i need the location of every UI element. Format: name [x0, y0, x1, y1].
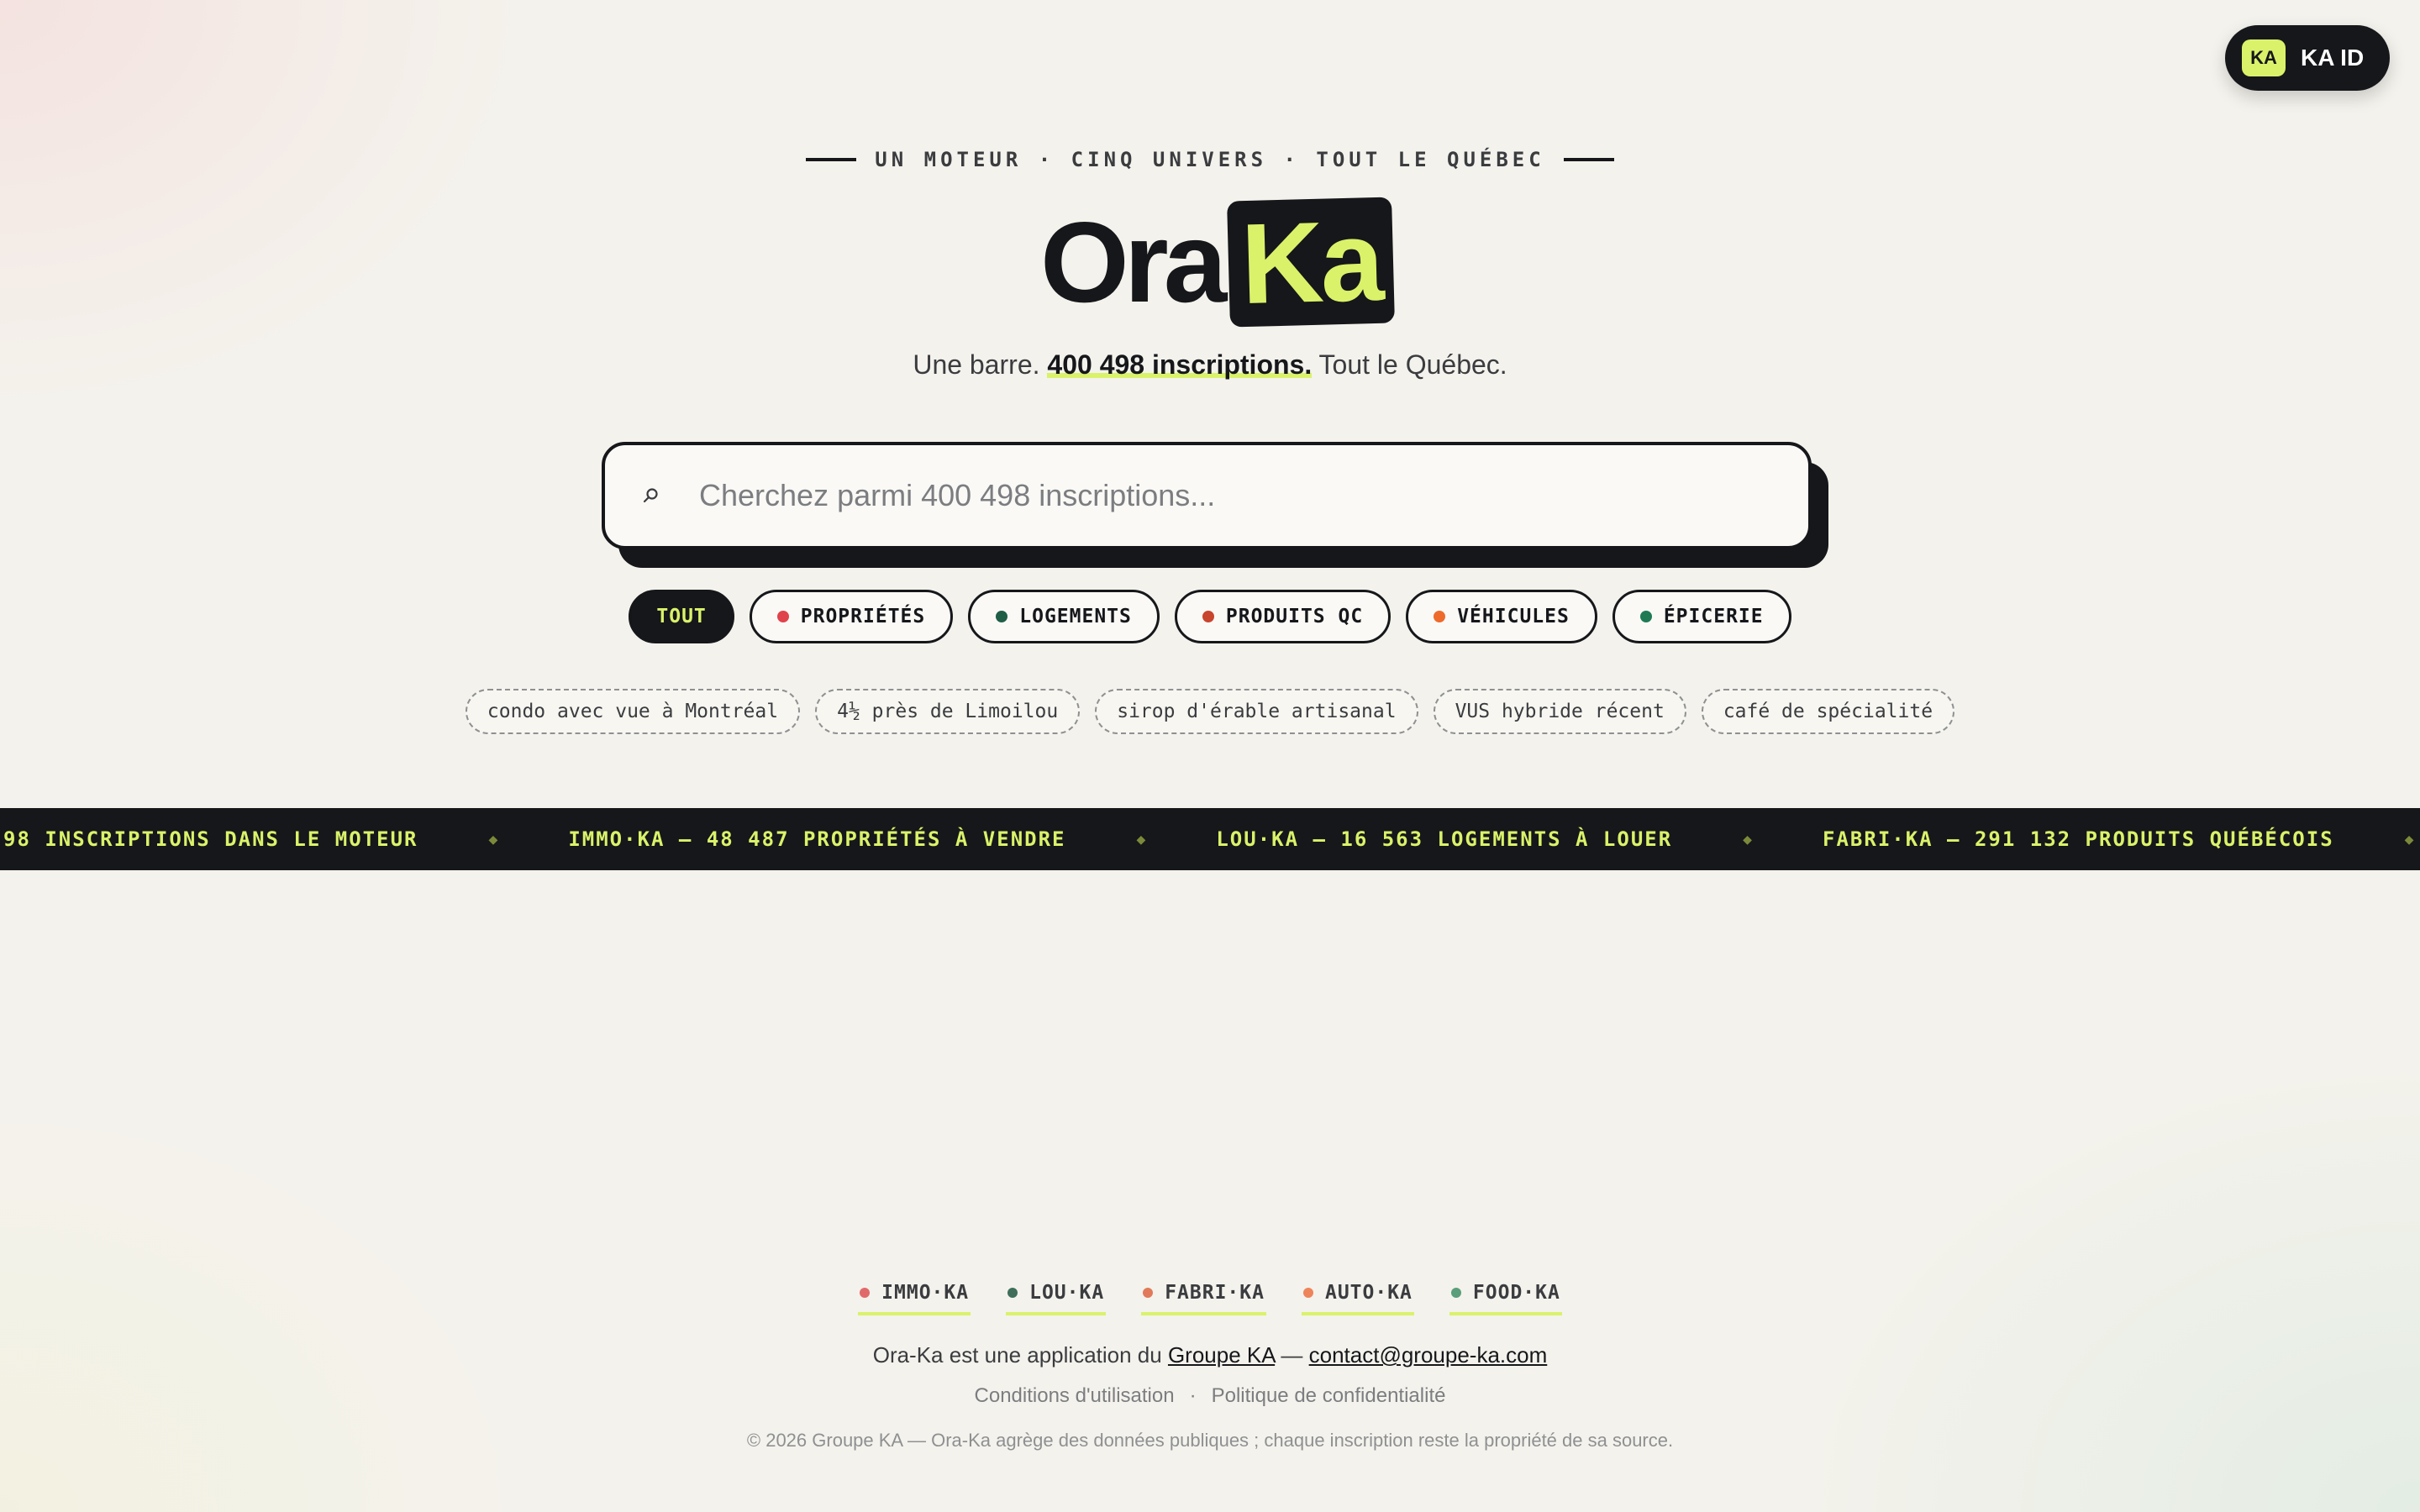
brand-label: LOU·KA	[1029, 1282, 1105, 1304]
search-bar[interactable]	[602, 442, 1812, 549]
copyright: © 2026 Groupe KA — Ora-Ka agrège des don…	[746, 1430, 1674, 1451]
groupe-ka-link[interactable]: Groupe KA	[1168, 1342, 1275, 1368]
privacy-link[interactable]: Politique de confidentialité	[1212, 1384, 1446, 1408]
filter-chip-vehicules[interactable]: VÉHICULES	[1406, 590, 1597, 643]
brand-label: IMMO·KA	[881, 1282, 970, 1304]
brand-dot	[1450, 1288, 1461, 1298]
footer-brands: IMMO·KA LOU·KA FABRI·KA AUTO·KA FOOD·KA	[0, 1282, 2420, 1315]
category-filters: TOUT PROPRIÉTÉS LOGEMENTS PRODUITS QC VÉ…	[0, 590, 2420, 643]
filter-chip-label: LOGEMENTS	[1019, 606, 1132, 627]
filter-chip-epicerie[interactable]: ÉPICERIE	[1612, 590, 1791, 643]
terms-link[interactable]: Conditions d'utilisation	[975, 1384, 1175, 1408]
tagline-highlight: 400 498 inscriptions.	[1047, 349, 1313, 380]
ticker-separator: ◆	[1136, 830, 1146, 848]
footer-legal: Conditions d'utilisation · Politique de …	[0, 1384, 2420, 1408]
category-dot	[776, 611, 789, 622]
filter-chip-tout[interactable]: TOUT	[629, 590, 734, 643]
suggestion-chip[interactable]: condo avec vue à Montréal	[465, 689, 801, 734]
search-suggestions: condo avec vue à Montréal 4½ près de Lim…	[0, 689, 2420, 734]
eyebrow-text: UN MOTEUR · CINQ UNIVERS · TOUT LE QUÉBE…	[875, 148, 1545, 171]
category-dot	[1434, 611, 1446, 622]
footer-brand-fabri-ka[interactable]: FABRI·KA	[1141, 1282, 1266, 1315]
footer-brand-lou-ka[interactable]: LOU·KA	[1006, 1282, 1107, 1315]
filter-chip-produits-qc[interactable]: PRODUITS QC	[1174, 590, 1392, 643]
stats-ticker: 98 INSCRIPTIONS DANS LE MOTEUR ◆ IMMO·KA…	[0, 808, 2420, 870]
filter-chip-logements[interactable]: LOGEMENTS	[968, 590, 1160, 643]
ticker-track: 98 INSCRIPTIONS DANS LE MOTEUR ◆ IMMO·KA…	[0, 827, 2420, 851]
suggestion-chip[interactable]: VUS hybride récent	[1433, 689, 1686, 734]
category-dot	[996, 611, 1008, 622]
eyebrow-line-right	[1563, 158, 1614, 161]
brand-label: FABRI·KA	[1165, 1282, 1265, 1304]
ticker-item: 98 INSCRIPTIONS DANS LE MOTEUR	[3, 827, 418, 851]
category-dot	[1639, 611, 1652, 622]
search-input[interactable]	[699, 478, 1741, 513]
legal-separator: ·	[1189, 1384, 1197, 1407]
eyebrow-line-left	[806, 158, 857, 161]
ticker-separator: ◆	[1743, 830, 1753, 848]
brand-dot	[1007, 1288, 1018, 1298]
brand-label: FOOD·KA	[1472, 1282, 1560, 1304]
footer-brand-auto-ka[interactable]: AUTO·KA	[1301, 1282, 1414, 1315]
ka-id-label: KA ID	[2301, 45, 2365, 71]
logo-text-ka: Ka	[1227, 197, 1396, 328]
suggestion-chip[interactable]: café de spécialité	[1701, 689, 1955, 734]
filter-chip-proprietes[interactable]: PROPRIÉTÉS	[749, 590, 954, 643]
credit-dash: —	[1281, 1342, 1303, 1368]
filter-chip-label: TOUT	[656, 606, 707, 627]
brand-label: AUTO·KA	[1324, 1282, 1413, 1304]
tagline-after: Tout le Québec.	[1318, 349, 1507, 380]
ticker-separator: ◆	[488, 830, 498, 848]
suggestion-chip[interactable]: 4½ près de Limoilou	[815, 689, 1081, 734]
footer-brand-immo-ka[interactable]: IMMO·KA	[858, 1282, 971, 1315]
filter-chip-label: ÉPICERIE	[1663, 606, 1764, 627]
search-icon	[642, 486, 692, 505]
ticker-item: LOU·KA — 16 563 LOGEMENTS À LOUER	[1216, 827, 1673, 851]
contact-email-link[interactable]: contact@groupe-ka.com	[1309, 1342, 1548, 1368]
credit-prefix: Ora-Ka est une application du	[872, 1342, 1162, 1368]
tagline: Une barre. 400 498 inscriptions. Tout le…	[0, 349, 2420, 381]
footer-credit: Ora-Ka est une application du Groupe KA …	[0, 1342, 2420, 1368]
ka-id-button[interactable]: KA KA ID	[2225, 25, 2390, 91]
ticker-item: FABRI·KA — 291 132 PRODUITS QUÉBÉCOIS	[1823, 827, 2334, 851]
logo: Ora Ka	[1040, 197, 1396, 328]
filter-chip-label: PRODUITS QC	[1225, 606, 1364, 627]
logo-text-ora: Ora	[1040, 198, 1227, 326]
filter-chip-label: VÉHICULES	[1457, 606, 1570, 627]
brand-dot	[860, 1288, 871, 1298]
tagline-before: Une barre.	[913, 349, 1040, 380]
suggestion-chip[interactable]: sirop d'érable artisanal	[1095, 689, 1418, 734]
ka-id-badge: KA	[2242, 39, 2286, 76]
brand-dot	[1302, 1288, 1313, 1298]
ticker-separator: ◆	[2404, 830, 2414, 848]
filter-chip-label: PROPRIÉTÉS	[800, 606, 926, 627]
brand-dot	[1143, 1288, 1154, 1298]
footer-brand-food-ka[interactable]: FOOD·KA	[1449, 1282, 1562, 1315]
ticker-item: IMMO·KA — 48 487 PROPRIÉTÉS À VENDRE	[568, 827, 1066, 851]
hero-eyebrow: UN MOTEUR · CINQ UNIVERS · TOUT LE QUÉBE…	[0, 148, 2420, 171]
category-dot	[1202, 611, 1214, 622]
